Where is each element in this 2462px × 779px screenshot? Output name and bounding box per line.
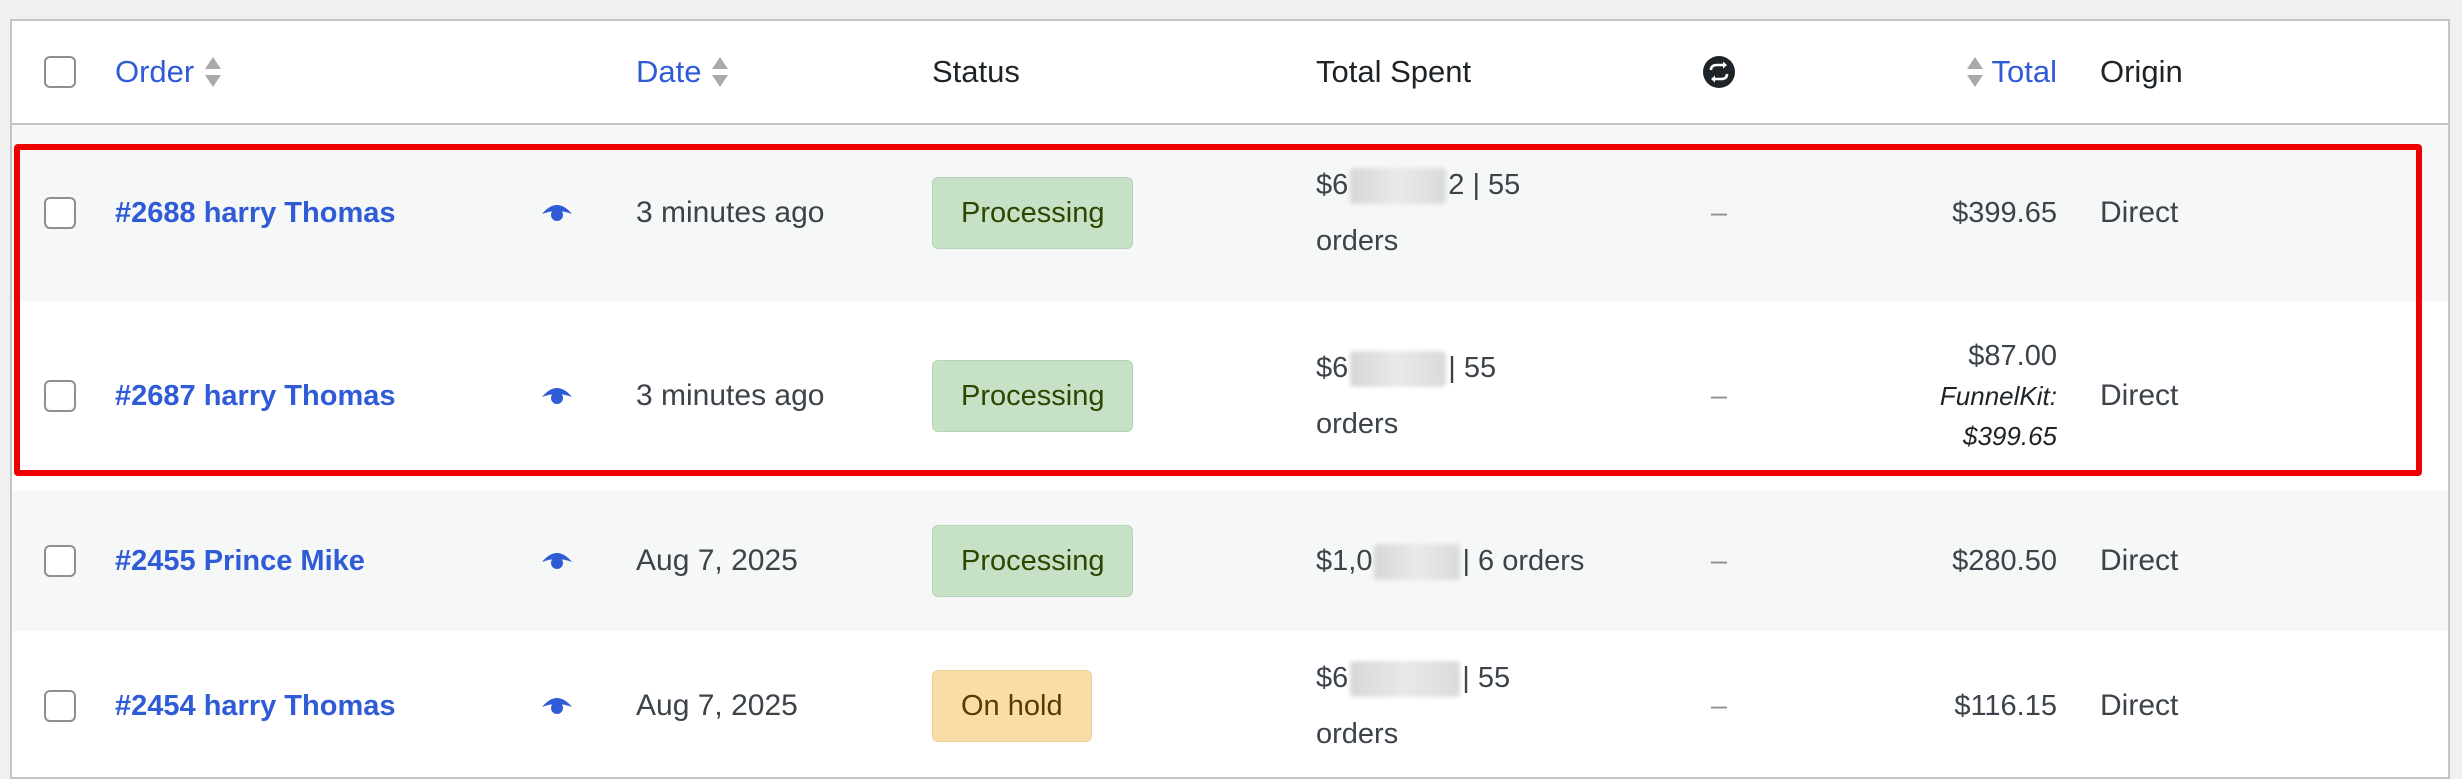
funnelkit-amount: $399.65 <box>1963 421 2057 451</box>
blurred-amount <box>1350 168 1447 205</box>
sort-icon[interactable] <box>711 55 729 89</box>
blurred-amount <box>1350 351 1447 388</box>
blurred-amount <box>1350 661 1461 698</box>
total-spent: $6 2 | 55 orders <box>1316 157 1520 269</box>
spent-amount-prefix: $1,0 <box>1316 545 1373 577</box>
order-link[interactable]: #2687 harry Thomas <box>115 380 395 413</box>
row-checkbox[interactable] <box>44 197 76 229</box>
date-column-sort[interactable]: Date <box>636 54 701 90</box>
status-column-header: Status <box>932 54 1020 89</box>
row-checkbox[interactable] <box>44 690 76 722</box>
row-checkbox[interactable] <box>44 380 76 412</box>
orders-table: Order Date Status Total Spent Total Orig… <box>10 19 2450 779</box>
table-row[interactable]: #2455 Prince Mike Aug 7, 2025 Processing… <box>12 491 2448 631</box>
order-date: Aug 7, 2025 <box>636 689 798 722</box>
sort-icon[interactable] <box>204 55 222 89</box>
order-date: 3 minutes ago <box>636 196 825 229</box>
order-origin: Direct <box>2100 379 2179 412</box>
subscription-value: – <box>1710 379 1728 412</box>
spent-amount-prefix: $6 <box>1316 662 1349 694</box>
sort-icon[interactable] <box>1966 55 1984 89</box>
total-spent-column-header: Total Spent <box>1316 54 1472 89</box>
spent-orders-label: orders <box>1316 225 1399 257</box>
order-total: $399.65 <box>1952 197 2057 229</box>
spent-orders-label: orders <box>1316 408 1399 440</box>
order-link[interactable]: #2688 harry Thomas <box>115 197 395 230</box>
order-total: $280.50 <box>1952 545 2057 577</box>
order-origin: Direct <box>2100 196 2179 229</box>
subscription-value: – <box>1710 689 1728 722</box>
order-total: $87.00 <box>1968 340 2057 372</box>
order-total: $116.15 <box>1954 690 2057 722</box>
spent-orders-label: orders <box>1316 718 1399 750</box>
eye-icon[interactable] <box>541 202 573 224</box>
funnelkit-label: FunnelKit: <box>1939 381 2057 411</box>
subscription-value: – <box>1710 544 1728 577</box>
origin-column-header: Origin <box>2100 54 2183 89</box>
row-checkbox[interactable] <box>44 545 76 577</box>
total-column-sort[interactable]: Total <box>1992 54 2057 90</box>
table-header: Order Date Status Total Spent Total Orig… <box>12 21 2448 125</box>
select-all-checkbox[interactable] <box>44 56 76 88</box>
table-row[interactable]: #2454 harry Thomas Aug 7, 2025 On hold $… <box>12 631 2448 777</box>
status-badge: Processing <box>932 360 1134 432</box>
order-column-sort[interactable]: Order <box>115 54 194 90</box>
order-origin: Direct <box>2100 689 2179 722</box>
table-row[interactable]: #2687 harry Thomas 3 minutes ago Process… <box>12 301 2448 491</box>
order-date: 3 minutes ago <box>636 379 825 412</box>
total-spent: $1,0 | 6 orders <box>1316 533 1584 589</box>
order-link[interactable]: #2454 harry Thomas <box>115 690 395 723</box>
total-spent: $6 | 55 orders <box>1316 340 1496 452</box>
status-badge: Processing <box>932 177 1134 249</box>
order-origin: Direct <box>2100 544 2179 577</box>
spent-amount-suffix: | 55 <box>1448 352 1497 384</box>
spent-amount-suffix: | 55 <box>1462 662 1511 694</box>
table-row[interactable]: #2688 harry Thomas 3 minutes ago Process… <box>12 125 2448 301</box>
total-spent: $6 | 55 orders <box>1316 650 1510 762</box>
status-badge: On hold <box>932 670 1092 742</box>
spent-amount-prefix: $6 <box>1316 169 1349 201</box>
order-total-block: $87.00 FunnelKit: $399.65 <box>1940 336 2057 456</box>
eye-icon[interactable] <box>541 385 573 407</box>
status-badge: Processing <box>932 525 1134 597</box>
spent-amount-suffix: | 6 orders <box>1462 545 1585 577</box>
eye-icon[interactable] <box>541 695 573 717</box>
blurred-amount <box>1374 544 1461 581</box>
spent-amount-prefix: $6 <box>1316 352 1349 384</box>
order-date: Aug 7, 2025 <box>636 544 798 577</box>
spent-amount-suffix: 2 | 55 <box>1448 169 1521 201</box>
subscription-icon <box>1703 56 1735 88</box>
subscription-value: – <box>1710 196 1728 229</box>
order-link[interactable]: #2455 Prince Mike <box>115 545 365 578</box>
eye-icon[interactable] <box>541 550 573 572</box>
